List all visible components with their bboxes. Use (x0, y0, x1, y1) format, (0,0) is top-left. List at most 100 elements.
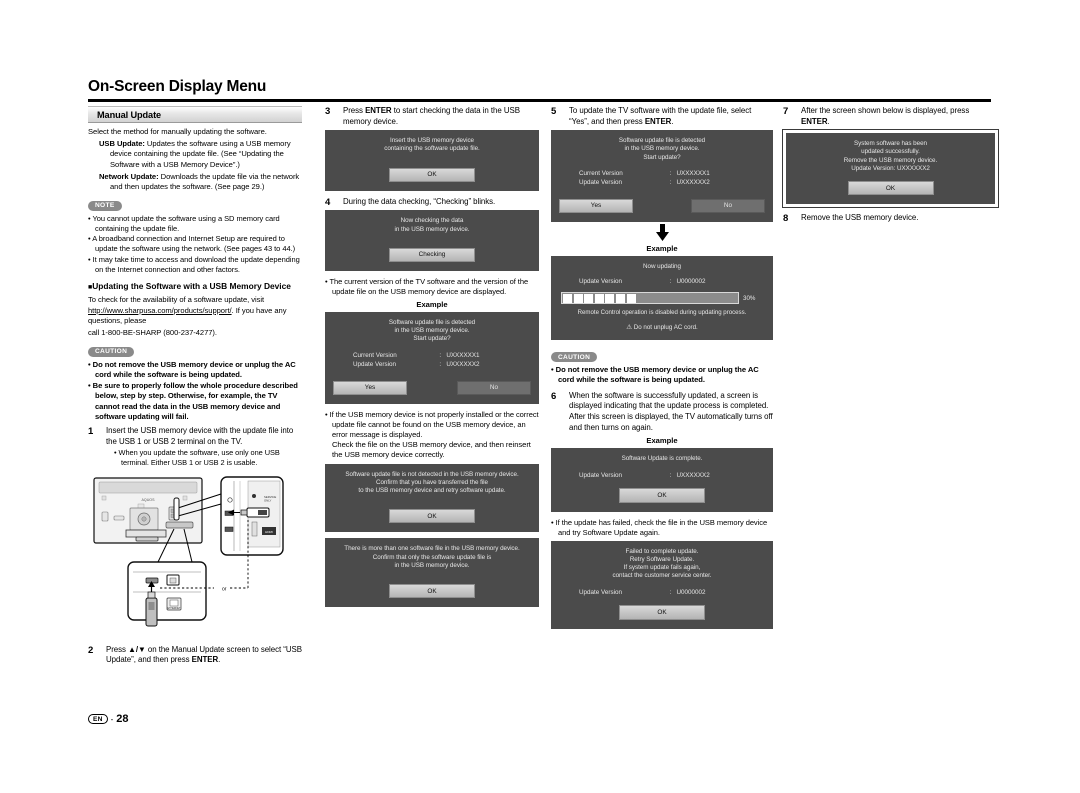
yes-button[interactable]: Yes (333, 380, 407, 395)
enter-key-label: ENTER (801, 116, 828, 126)
step-1-bullets: When you update the software, use only o… (106, 448, 302, 468)
osd-message-line: Insert the USB memory device (390, 137, 474, 145)
osd-message-line: Confirm that only the software update fi… (372, 553, 492, 561)
osd-message-line: Software update file is detected (388, 318, 476, 326)
manual-page: On-Screen Display Menu Manual Update Sel… (0, 0, 1080, 793)
usb-update-definition: USB Update: Updates the software using a… (88, 139, 302, 170)
list-item: If the update has failed, check the file… (551, 518, 773, 538)
osd-button-row: Yes No (559, 198, 765, 213)
osd-message-line: contact the customer service center. (612, 572, 712, 580)
row-colon: : (669, 472, 672, 480)
tv-usb-diagram-svg: AQUOS SERVICE ONLY HDMI ETHERNET or (93, 476, 284, 627)
list-item: Be sure to properly follow the whole pro… (88, 381, 302, 422)
step-3: 3 Press ENTER to start checking the data… (325, 106, 539, 127)
column-4: 7 After the screen shown below is displa… (782, 106, 999, 227)
ok-button[interactable]: OK (619, 605, 705, 620)
osd-ac-cord-warning-text: Do not unplug AC cord. (633, 323, 698, 331)
row-value: UXXXXXX2 (676, 178, 710, 186)
row-key: Update Version (353, 360, 397, 368)
warning-icon: ⚠ (626, 323, 633, 331)
step-3-number: 3 (325, 106, 331, 117)
ok-button[interactable]: OK (389, 509, 475, 524)
column-3: 5 To update the TV software with the upd… (551, 106, 773, 635)
row-key: Update Version (579, 589, 623, 597)
table-row: Update Version : UXXXXXX2 (579, 178, 753, 187)
step-2-number: 2 (88, 644, 94, 656)
ok-button[interactable]: OK (389, 167, 475, 182)
row-value: U0000002 (676, 278, 706, 286)
table-row: Current Version : UXXXXXX1 (353, 351, 519, 360)
step-6-text-2: After this screen is displayed, the TV a… (569, 411, 773, 432)
step-7-text-a: After the screen shown below is displaye… (801, 106, 970, 115)
no-button[interactable]: No (691, 198, 765, 213)
osd-message-line: Confirm that you have transferred the fi… (375, 478, 488, 486)
step-6-text: When the software is successfully update… (569, 390, 769, 411)
section-bar-manual-update: Manual Update (88, 106, 302, 123)
step-2-text: Press ▲/▼ on the Manual Update screen to… (106, 645, 302, 666)
osd-checking-dialog: Now checking the data in the USB memory … (325, 210, 539, 271)
or-label: or (222, 586, 227, 592)
only-label: ONLY (264, 498, 272, 502)
step-4-text: During the data checking, “Checking” bli… (343, 196, 496, 206)
error-note-list: If the USB memory device is not properly… (325, 410, 539, 440)
progress-percent-label: 30% (743, 294, 756, 302)
yes-button[interactable]: Yes (559, 198, 633, 213)
osd-message-line: Start update? (413, 335, 451, 343)
step-7: 7 After the screen shown below is displa… (783, 106, 998, 127)
ok-button[interactable]: OK (619, 488, 705, 503)
failed-note-list: If the update has failed, check the file… (551, 518, 773, 538)
step-7-text: After the screen shown below is displaye… (801, 106, 998, 127)
step-1-text: Insert the USB memory device with the up… (106, 426, 294, 446)
step-5-number: 5 (551, 106, 557, 117)
ok-button[interactable]: OK (847, 181, 934, 196)
list-item: You cannot update the software using a S… (88, 214, 302, 234)
ok-button[interactable]: OK (389, 584, 475, 599)
progress-bar (561, 292, 739, 305)
availability-phone: call 1-800-BE-SHARP (800-237-4277). (88, 328, 217, 338)
osd-message-line: Update Version: UXXXXXX2 (851, 164, 930, 172)
example-label: Example (646, 243, 678, 253)
step-7-number: 7 (783, 106, 789, 117)
osd-message-line: Software update file is detected (618, 137, 706, 145)
note-list: You cannot update the software using a S… (88, 214, 302, 275)
step-3-text-a: Press (343, 106, 366, 115)
osd-message-line: in the USB memory device. (394, 225, 470, 233)
row-value: UXXXXXX1 (446, 351, 480, 359)
list-item: It may take time to access and download … (88, 255, 302, 275)
error-note-continued: Check the file on the USB memory device,… (332, 440, 531, 460)
usb-insertion-figure: AQUOS SERVICE ONLY HDMI ETHERNET or (88, 474, 302, 639)
network-update-definition: Network Update: Downloads the update fil… (88, 172, 302, 192)
version-rows: Update Version : UXXXXXX2 (559, 471, 765, 480)
footer-dash: - (110, 714, 114, 724)
osd-more-than-one-file-dialog: There is more than one software file in … (325, 538, 539, 608)
note-badge: NOTE (88, 200, 122, 211)
osd-remote-disabled-note: Remote Control operation is disabled dur… (577, 309, 747, 317)
checking-button: Checking (389, 247, 475, 262)
versions-note-list: The current version of the TV software a… (325, 277, 539, 297)
enter-key-label: ENTER (644, 116, 672, 126)
osd-message-line: Start update? (643, 153, 681, 161)
osd-message-line: Now checking the data (400, 217, 464, 225)
sharpusa-support-link[interactable]: http://www.sharpusa.com/products/support… (88, 306, 232, 315)
row-colon: : (669, 589, 672, 597)
version-rows: Update Version : U0000002 (559, 277, 765, 286)
enter-key-label: ENTER (191, 655, 219, 665)
osd-message-line: If system update fails again, (623, 563, 701, 571)
osd-message-line: to the USB memory device and retry softw… (358, 487, 506, 495)
osd-message-line: Remove the USB memory device. (843, 156, 938, 164)
osd-now-updating-dialog: Now updating Update Version : U0000002 3… (551, 255, 773, 340)
osd-message-line: Software update file is not detected in … (345, 470, 519, 478)
progress-bar-wrap: 30% (561, 292, 763, 305)
table-row: Update Version : U0000002 (579, 588, 753, 597)
osd-insert-usb-dialog: Insert the USB memory device containing … (325, 130, 539, 191)
step-1: 1 Insert the USB memory device with the … (88, 426, 302, 468)
usb-update-label: USB Update: (99, 139, 145, 149)
table-row: Update Version : U0000002 (579, 277, 753, 286)
version-rows: Update Version : U0000002 (559, 588, 765, 597)
list-item: If the USB memory device is not properly… (325, 410, 539, 440)
caution-badge: CAUTION (551, 352, 598, 363)
row-value: UXXXXXX2 (446, 360, 480, 368)
no-button[interactable]: No (457, 380, 531, 395)
table-row: Current Version : UXXXXXX1 (579, 169, 753, 178)
osd-message-line: in the USB memory device. (394, 561, 470, 569)
